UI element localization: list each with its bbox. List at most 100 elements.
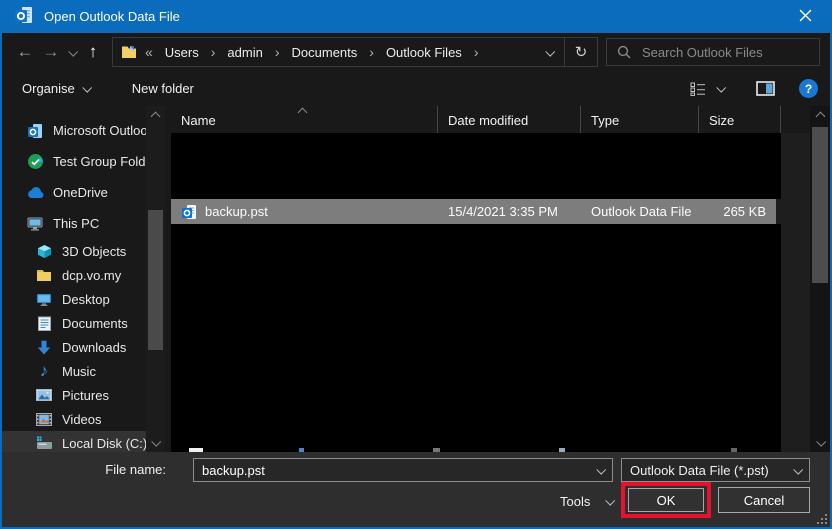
- new-folder-button[interactable]: New folder: [124, 77, 202, 100]
- sidebar-item-label: Videos: [62, 412, 102, 427]
- sidebar-item-dcp-vo-my[interactable]: dcp.vo.my: [2, 263, 146, 287]
- resize-grip[interactable]: [817, 514, 827, 524]
- preview-pane-button[interactable]: [748, 77, 783, 100]
- cancel-button[interactable]: Cancel: [718, 487, 810, 513]
- change-view-button[interactable]: [682, 78, 732, 100]
- column-header-date-modified[interactable]: Date modified: [438, 106, 581, 133]
- column-label: Name: [181, 113, 216, 128]
- breadcrumb-item-users[interactable]: Users: [159, 43, 205, 62]
- file-type-cell: Outlook Data File: [581, 204, 699, 219]
- help-icon[interactable]: ?: [799, 79, 818, 98]
- new-folder-label: New folder: [132, 81, 194, 96]
- breadcrumb-item-admin[interactable]: admin: [221, 43, 268, 62]
- organise-button[interactable]: Organise: [14, 77, 98, 100]
- up-icon[interactable]: ↑: [80, 39, 106, 65]
- hard-disk-icon: [35, 434, 53, 452]
- back-icon[interactable]: ←: [12, 39, 38, 65]
- column-header-name[interactable]: Name: [171, 106, 438, 133]
- tools-label: Tools: [560, 494, 590, 509]
- file-list-scrollbar[interactable]: [810, 106, 830, 452]
- details-view-icon: [690, 82, 707, 96]
- breadcrumb-separator-icon[interactable]: ›: [273, 44, 282, 60]
- breadcrumb-separator-icon[interactable]: ›: [367, 44, 376, 60]
- forward-icon[interactable]: →: [38, 39, 64, 65]
- scroll-down-icon[interactable]: [146, 434, 165, 450]
- refresh-icon[interactable]: ↻: [564, 38, 597, 66]
- sidebar-item-label: Local Disk (C:): [62, 436, 146, 451]
- scroll-up-icon[interactable]: [810, 108, 830, 124]
- sidebar-item-label: Pictures: [62, 388, 109, 403]
- preview-pane-icon: [756, 81, 775, 96]
- search-box[interactable]: [606, 38, 820, 66]
- close-button[interactable]: [788, 0, 822, 33]
- sidebar-item-3d-objects[interactable]: 3D Objects: [2, 239, 146, 263]
- main-area: Microsoft Outlook Test Group Folder: [2, 106, 830, 452]
- sidebar-item-music[interactable]: ♪ Music: [2, 359, 146, 383]
- tools-button[interactable]: Tools: [554, 488, 619, 514]
- breadcrumb-item-outlook-files[interactable]: Outlook Files: [380, 43, 468, 62]
- file-list-body[interactable]: backup.pst 15/4/2021 3:35 PM Outlook Dat…: [171, 133, 810, 452]
- breadcrumb-separator-icon[interactable]: ›: [209, 44, 218, 60]
- breadcrumb-collapsed-icon[interactable]: «: [143, 44, 155, 60]
- sidebar-item-label: 3D Objects: [62, 244, 126, 259]
- file-name-chevron-icon[interactable]: [588, 467, 612, 474]
- ok-button[interactable]: OK: [628, 488, 704, 512]
- file-size-cell: 265 KB: [699, 204, 776, 219]
- sidebar-item-pictures[interactable]: Pictures: [2, 383, 146, 407]
- file-type-value: Outlook Data File (*.pst): [622, 463, 785, 478]
- sidebar-item-this-pc[interactable]: This PC: [2, 208, 146, 239]
- recent-locations-chevron-icon[interactable]: [64, 39, 80, 65]
- address-dropdown-chevron-icon[interactable]: [534, 38, 564, 66]
- file-name-combobox[interactable]: [193, 458, 613, 482]
- file-name-input[interactable]: [194, 463, 588, 478]
- breadcrumb-separator-icon[interactable]: ›: [472, 44, 481, 60]
- sidebar-item-label: Music: [62, 364, 96, 379]
- desktop-icon: [35, 290, 53, 308]
- sidebar-scrollbar[interactable]: [146, 106, 165, 452]
- picture-icon: [35, 386, 53, 404]
- outlook-icon: [26, 122, 44, 140]
- sidebar-item-label: dcp.vo.my: [62, 268, 121, 283]
- column-label: Date modified: [448, 113, 528, 128]
- sidebar-item-label: This PC: [53, 216, 99, 231]
- scroll-up-icon[interactable]: [146, 108, 165, 124]
- video-film-icon: [35, 410, 53, 428]
- sidebar-item-label: Downloads: [62, 340, 126, 355]
- sidebar-item-documents[interactable]: Documents: [2, 311, 146, 335]
- sort-ascending-icon: [298, 108, 308, 118]
- address-bar[interactable]: « Users › admin › Documents › Outlook Fi…: [112, 37, 598, 67]
- sidebar-scrollbar-thumb[interactable]: [148, 210, 163, 350]
- file-type-select[interactable]: Outlook Data File (*.pst): [621, 458, 810, 482]
- sidebar-item-label: Documents: [62, 316, 128, 331]
- outlook-app-icon: [14, 5, 34, 28]
- folder-icon: [35, 266, 53, 284]
- file-list-scrollbar-thumb[interactable]: [812, 127, 828, 283]
- search-input[interactable]: [640, 44, 794, 61]
- sidebar-item-videos[interactable]: Videos: [2, 407, 146, 431]
- column-header-type[interactable]: Type: [581, 106, 699, 133]
- breadcrumb-item-documents[interactable]: Documents: [286, 43, 364, 62]
- sidebar-item-onedrive[interactable]: OneDrive: [2, 177, 146, 208]
- breadcrumb: « Users › admin › Documents › Outlook Fi…: [113, 43, 534, 62]
- document-icon: [35, 314, 53, 332]
- column-header-size[interactable]: Size: [699, 106, 781, 133]
- tools-chevron-icon: [606, 495, 616, 505]
- file-row-backup-pst[interactable]: backup.pst 15/4/2021 3:35 PM Outlook Dat…: [171, 199, 776, 224]
- open-outlook-data-file-dialog: Open Outlook Data File ← → ↑ « Us: [0, 0, 832, 529]
- close-icon: [799, 9, 812, 25]
- sidebar-item-label: Microsoft Outlook: [53, 123, 146, 138]
- sidebar-item-test-group-folder[interactable]: Test Group Folder: [2, 146, 146, 177]
- dialog-footer: File name: Outlook Data File (*.pst) Too…: [2, 452, 830, 527]
- 3d-cube-icon: [35, 242, 53, 260]
- sidebar-item-downloads[interactable]: Downloads: [2, 335, 146, 359]
- sidebar-item-microsoft-outlook[interactable]: Microsoft Outlook: [2, 115, 146, 146]
- search-icon: [617, 45, 631, 59]
- sidebar-item-desktop[interactable]: Desktop: [2, 287, 146, 311]
- sidebar-item-label: Test Group Folder: [53, 154, 146, 169]
- organise-chevron-icon: [82, 83, 92, 93]
- column-label: Size: [709, 113, 734, 128]
- redacted-area: [171, 224, 781, 452]
- sidebar-item-label: Desktop: [62, 292, 110, 307]
- scroll-down-icon[interactable]: [810, 434, 830, 450]
- navigation-pane: Microsoft Outlook Test Group Folder: [2, 106, 146, 452]
